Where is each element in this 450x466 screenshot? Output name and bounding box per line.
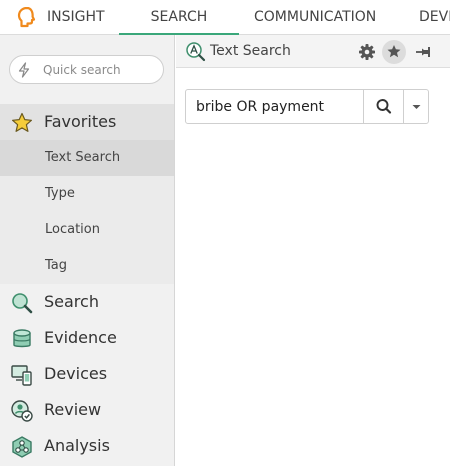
text-search-input[interactable] (196, 98, 361, 116)
pin-panel-button[interactable] (411, 40, 435, 64)
text-search-icon (186, 42, 206, 62)
sidebar-item-review[interactable]: Review (0, 392, 174, 428)
favorite-item-type[interactable]: Type (0, 176, 174, 212)
sidebar-item-analysis[interactable]: Analysis (0, 428, 174, 464)
favorite-item-label: Location (45, 222, 100, 237)
tab-devices[interactable]: DEVI (419, 0, 450, 35)
caret-down-icon (412, 105, 421, 109)
favorite-item-label: Text Search (45, 150, 121, 165)
favorite-item-text-search[interactable]: Text Search (0, 140, 174, 176)
favorite-item-location[interactable]: Location (0, 212, 174, 248)
insight-head-icon (17, 6, 36, 28)
favorite-item-label: Type (45, 186, 75, 201)
text-search-box (185, 89, 429, 124)
devices-icon (11, 365, 32, 386)
top-navigation: INSIGHT SEARCH COMMUNICATION DEVI (0, 0, 450, 35)
tab-communication[interactable]: COMMUNICATION (254, 0, 376, 35)
sidebar-item-favorites[interactable]: Favorites (0, 104, 174, 140)
search-icon (376, 99, 392, 114)
sidebar-item-label: Devices (44, 364, 108, 383)
review-icon (11, 400, 33, 422)
sidebar-item-evidence[interactable]: Evidence (0, 320, 174, 356)
sidebar-item-label: Review (44, 400, 102, 419)
sidebar: Favorites Text Search Type Location Tag … (0, 35, 175, 466)
tab-search[interactable]: SEARCH (119, 0, 239, 35)
sidebar-item-label: Search (44, 292, 99, 311)
sidebar-item-search[interactable]: Search (0, 284, 174, 320)
star-icon (12, 112, 32, 132)
panel-header: Text Search (176, 35, 450, 68)
panel-title: Text Search (210, 43, 291, 59)
sidebar-item-label: Favorites (44, 112, 117, 131)
bolt-icon (18, 62, 30, 78)
search-options-dropdown[interactable] (403, 90, 428, 123)
quick-search-box (9, 55, 164, 84)
sidebar-item-devices[interactable]: Devices (0, 356, 174, 392)
gear-icon (359, 44, 375, 60)
tab-insight-label: INSIGHT (47, 9, 105, 25)
sidebar-item-label: Evidence (44, 328, 117, 347)
favorite-toggle-button[interactable] (382, 40, 406, 64)
pin-icon (416, 47, 430, 57)
favorite-item-label: Tag (45, 258, 68, 273)
search-button[interactable] (363, 90, 403, 123)
star-icon (387, 45, 401, 58)
quick-search-input[interactable] (43, 61, 158, 79)
favorite-item-tag[interactable]: Tag (0, 248, 174, 284)
sidebar-item-label: Analysis (44, 436, 110, 455)
magnifier-icon (12, 293, 33, 314)
settings-button[interactable] (355, 40, 379, 64)
analysis-icon (12, 436, 32, 458)
database-icon (13, 329, 31, 348)
